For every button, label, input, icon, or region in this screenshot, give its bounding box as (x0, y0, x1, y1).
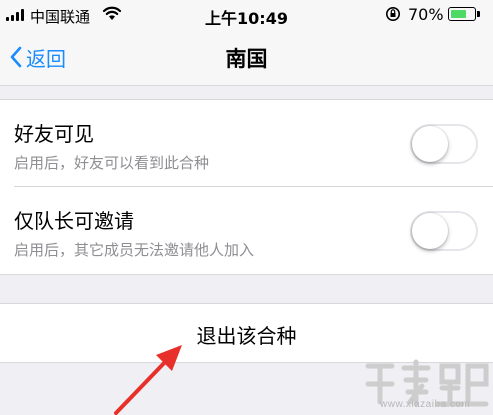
status-bar: 中国联通 上午10:49 70% (0, 0, 493, 30)
annotation-arrow-icon (114, 345, 182, 415)
navigation-bar: 返回 南国 (0, 30, 493, 86)
toggle-knob (412, 126, 448, 162)
setting-title: 好友可见 (14, 122, 94, 146)
friends-visible-toggle[interactable] (410, 124, 478, 164)
exit-button[interactable]: 退出该合种 (0, 320, 493, 349)
battery-tip (477, 11, 480, 17)
orientation-lock-icon (386, 7, 400, 21)
setting-friends-visible: 好友可见 启用后，好友可以看到此合种 (0, 100, 493, 187)
setting-subtitle: 启用后，其它成员无法邀请他人加入 (14, 241, 255, 259)
watermark-text: www.xiazaiba.com (380, 399, 471, 410)
toggle-knob (412, 213, 448, 249)
setting-title: 仅队长可邀请 (14, 209, 134, 233)
setting-captain-invite-only: 仅队长可邀请 启用后，其它成员无法邀请他人加入 (0, 187, 493, 274)
captain-invite-only-toggle[interactable] (410, 211, 478, 251)
settings-group: 好友可见 启用后，好友可以看到此合种 仅队长可邀请 启用后，其它成员无法邀请他人… (0, 99, 493, 275)
setting-subtitle: 启用后，好友可以看到此合种 (14, 154, 210, 172)
battery-percent: 70% (408, 5, 444, 24)
battery-icon (448, 7, 476, 21)
page-title: 南国 (225, 47, 268, 71)
exit-group: 退出该合种 (0, 303, 493, 363)
battery-level (451, 10, 466, 18)
